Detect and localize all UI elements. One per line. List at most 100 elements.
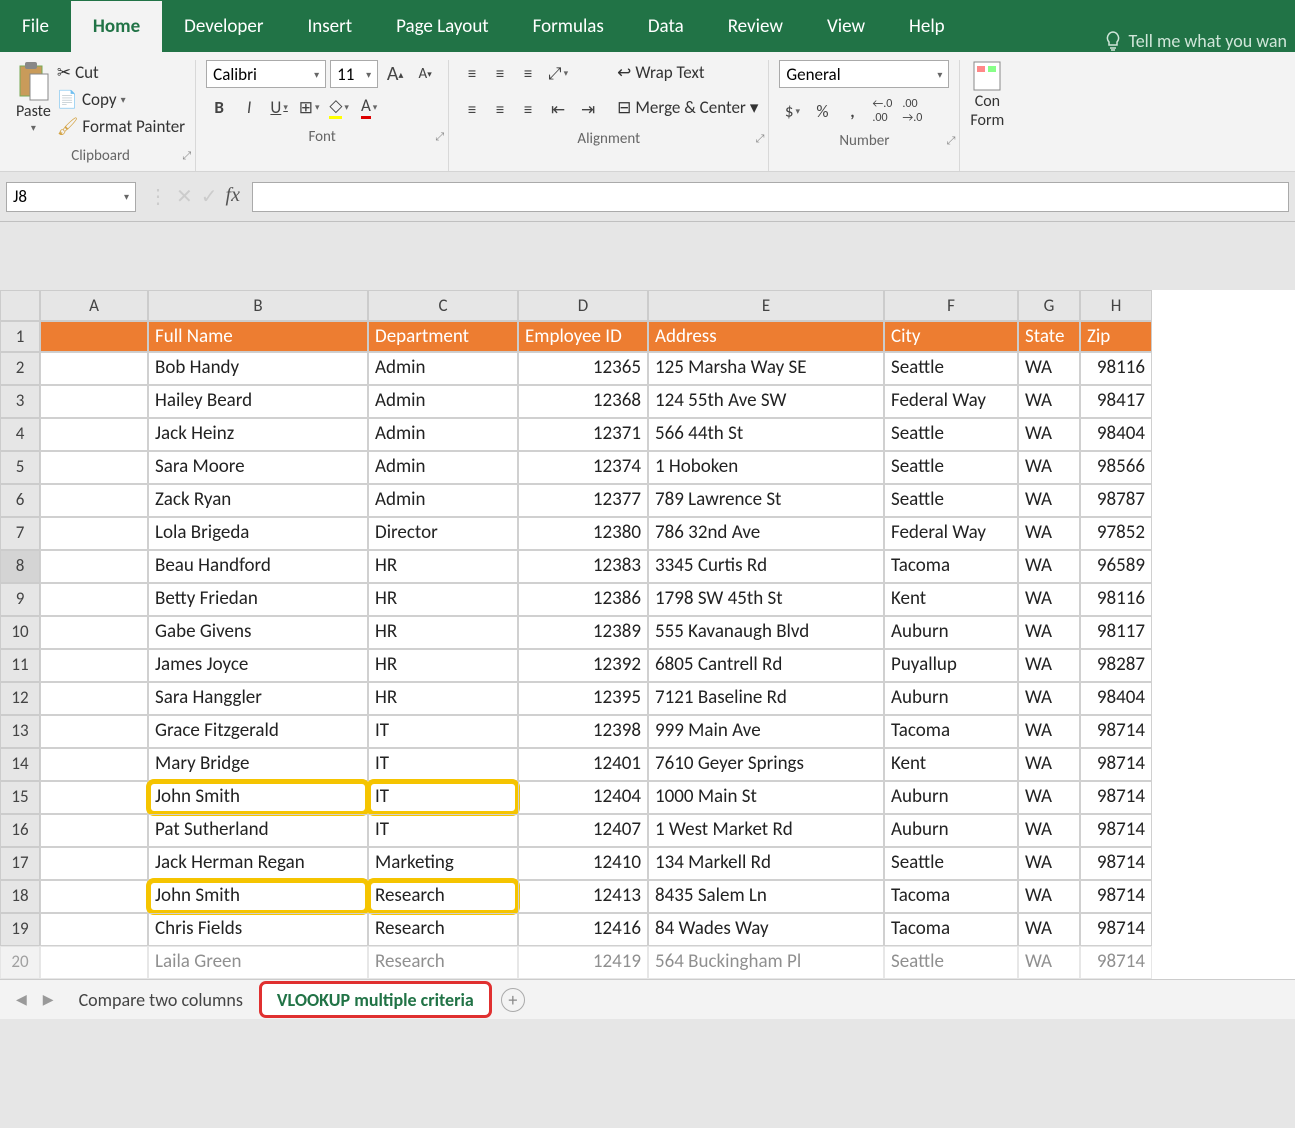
align-bottom-icon[interactable]: ≡ <box>515 60 541 86</box>
font-launcher-icon[interactable]: ⤢ <box>435 130 444 144</box>
cell[interactable]: 98787 <box>1080 484 1152 517</box>
cell[interactable]: Pat Sutherland <box>148 814 368 847</box>
cell[interactable]: 12383 <box>518 550 648 583</box>
font-color-button[interactable]: A▾ <box>356 94 382 120</box>
cell[interactable]: WA <box>1018 649 1080 682</box>
cell[interactable]: Federal Way <box>884 517 1018 550</box>
align-top-icon[interactable]: ≡ <box>459 60 485 86</box>
cell[interactable]: Auburn <box>884 781 1018 814</box>
row-header[interactable]: 19 <box>0 913 40 946</box>
cell[interactable]: WA <box>1018 946 1080 979</box>
cell[interactable]: 12398 <box>518 715 648 748</box>
cell[interactable] <box>40 484 148 517</box>
cell[interactable]: 3345 Curtis Rd <box>648 550 884 583</box>
cell[interactable] <box>40 847 148 880</box>
cell[interactable]: Jack Herman Regan <box>148 847 368 880</box>
cell[interactable]: Seattle <box>884 484 1018 517</box>
cell[interactable]: 98714 <box>1080 847 1152 880</box>
cell[interactable]: 999 Main Ave <box>648 715 884 748</box>
cell[interactable]: Gabe Givens <box>148 616 368 649</box>
cell[interactable]: Kent <box>884 583 1018 616</box>
cell[interactable]: 98116 <box>1080 583 1152 616</box>
cell[interactable]: 134 Markell Rd <box>648 847 884 880</box>
row-header[interactable]: 7 <box>0 517 40 550</box>
cell[interactable]: 12377 <box>518 484 648 517</box>
cell[interactable]: 12416 <box>518 913 648 946</box>
tell-me-search[interactable]: Tell me what you wan <box>1103 30 1295 52</box>
merge-center-button[interactable]: ⊟Merge & Center ▾ <box>617 95 758 120</box>
cell[interactable]: 98714 <box>1080 913 1152 946</box>
tab-formulas[interactable]: Formulas <box>511 1 626 52</box>
cell[interactable] <box>40 748 148 781</box>
alignment-launcher-icon[interactable]: ⤢ <box>756 132 765 146</box>
cell[interactable] <box>40 781 148 814</box>
cell[interactable]: 12389 <box>518 616 648 649</box>
number-format-combo[interactable]: General▾ <box>779 60 949 88</box>
tab-help[interactable]: Help <box>887 1 967 52</box>
cell[interactable]: 124 55th Ave SW <box>648 385 884 418</box>
cell[interactable]: 564 Buckingham Pl <box>648 946 884 979</box>
borders-button[interactable]: ⊞▾ <box>296 94 322 120</box>
sheet-tab-active[interactable]: VLOOKUP multiple criteria <box>260 982 491 1017</box>
cell[interactable]: 12404 <box>518 781 648 814</box>
cell[interactable]: 12419 <box>518 946 648 979</box>
paste-button[interactable]: Paste ▾ <box>16 60 51 134</box>
cell[interactable]: 96589 <box>1080 550 1152 583</box>
cell[interactable]: 98714 <box>1080 880 1152 913</box>
cell[interactable]: 1798 SW 45th St <box>648 583 884 616</box>
align-center-icon[interactable]: ≡ <box>487 96 513 122</box>
cell[interactable] <box>40 385 148 418</box>
cell[interactable]: 12401 <box>518 748 648 781</box>
cell[interactable]: Auburn <box>884 682 1018 715</box>
cell[interactable]: Full Name <box>148 321 368 352</box>
row-header[interactable]: 9 <box>0 583 40 616</box>
cell[interactable]: Seattle <box>884 352 1018 385</box>
cell[interactable]: WA <box>1018 781 1080 814</box>
col-header[interactable]: B <box>148 290 368 321</box>
cell[interactable]: WA <box>1018 550 1080 583</box>
cell[interactable]: WA <box>1018 880 1080 913</box>
cell[interactable] <box>40 649 148 682</box>
cell[interactable]: Zip <box>1080 321 1152 352</box>
cell[interactable]: Federal Way <box>884 385 1018 418</box>
enter-icon[interactable]: ✓ <box>201 184 218 209</box>
cell[interactable]: 98714 <box>1080 946 1152 979</box>
cell[interactable]: Seattle <box>884 451 1018 484</box>
cell[interactable]: 98714 <box>1080 715 1152 748</box>
cell[interactable]: WA <box>1018 616 1080 649</box>
cell[interactable]: John Smith <box>148 781 368 814</box>
cell[interactable]: 786 32nd Ave <box>648 517 884 550</box>
row-header[interactable]: 20 <box>0 946 40 979</box>
formula-input[interactable] <box>252 182 1289 212</box>
font-name-combo[interactable]: Calibri▾ <box>206 60 326 88</box>
fx-icon[interactable]: fx <box>226 184 240 209</box>
cell[interactable]: Grace Fitzgerald <box>148 715 368 748</box>
cell[interactable]: WA <box>1018 484 1080 517</box>
cut-button[interactable]: ✂Cut <box>57 60 185 85</box>
tab-view[interactable]: View <box>805 1 887 52</box>
cell[interactable]: Marketing <box>368 847 518 880</box>
cell[interactable]: IT <box>368 748 518 781</box>
cell[interactable]: WA <box>1018 352 1080 385</box>
cell[interactable]: Director <box>368 517 518 550</box>
cell[interactable]: Auburn <box>884 616 1018 649</box>
cell[interactable]: 1 Hoboken <box>648 451 884 484</box>
clipboard-launcher-icon[interactable]: ⤢ <box>182 149 191 163</box>
row-header[interactable]: 8 <box>0 550 40 583</box>
cell[interactable]: HR <box>368 583 518 616</box>
cell[interactable]: Tacoma <box>884 715 1018 748</box>
bold-button[interactable]: B <box>206 94 232 120</box>
row-header[interactable]: 18 <box>0 880 40 913</box>
cell[interactable]: John Smith <box>148 880 368 913</box>
cell[interactable]: Tacoma <box>884 550 1018 583</box>
cell[interactable] <box>40 352 148 385</box>
cell[interactable]: Bob Handy <box>148 352 368 385</box>
cell[interactable]: Tacoma <box>884 880 1018 913</box>
row-header[interactable]: 1 <box>0 321 40 352</box>
cell[interactable]: WA <box>1018 517 1080 550</box>
tab-review[interactable]: Review <box>706 1 805 52</box>
decrease-font-icon[interactable]: A▾ <box>412 61 438 87</box>
format-painter-button[interactable]: 🖌Format Painter <box>57 114 185 139</box>
cell[interactable]: Seattle <box>884 418 1018 451</box>
cell[interactable] <box>40 880 148 913</box>
